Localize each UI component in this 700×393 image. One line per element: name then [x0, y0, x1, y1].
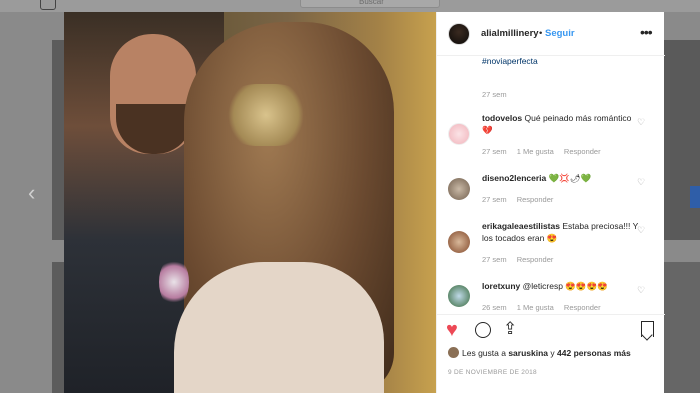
comments-list: #noviaperfecta 27 sem todovelos Qué pein… — [437, 56, 665, 314]
post-actions: ♥ ⇪ Les gusta a saruskina y 442 personas… — [437, 314, 665, 393]
instagram-logo-icon — [40, 0, 56, 10]
header-separator: • — [539, 28, 543, 39]
likes-count[interactable]: 442 personas más — [557, 348, 631, 358]
comment-time: 27 sem — [482, 255, 507, 264]
comment-username[interactable]: todovelos — [482, 113, 522, 123]
comment-like-heart-icon[interactable]: ♡ — [637, 177, 645, 188]
avatar[interactable] — [448, 285, 470, 307]
share-icon[interactable]: ⇪ — [503, 320, 517, 338]
likes-prefix: Les gusta a — [462, 348, 506, 358]
reply-button[interactable]: Responder — [517, 255, 554, 264]
follow-button[interactable]: Seguir — [545, 28, 575, 39]
avatar[interactable] — [448, 123, 470, 145]
comment-text: 💚💢🌶💚 — [548, 173, 592, 183]
comment-username[interactable]: diseno2lenceria — [482, 173, 546, 183]
caption-time: 27 sem — [482, 90, 507, 99]
avatar — [448, 347, 459, 358]
comment-item: diseno2lenceria 💚💢🌶💚 — [482, 172, 640, 184]
comment-text: @leticresp 😍😍😍😍 — [522, 281, 608, 291]
comment-item: loretxuny @leticresp 😍😍😍😍 — [482, 280, 640, 292]
background-thumbnail — [52, 262, 64, 393]
comment-username[interactable]: loretxuny — [482, 281, 520, 291]
likes-summary: Les gusta a saruskina y 442 personas más — [448, 347, 631, 358]
comment-time: 27 sem — [482, 147, 507, 156]
post-photo — [64, 12, 436, 393]
comment-like-heart-icon[interactable]: ♡ — [637, 285, 645, 296]
post-date: 9 DE NOVIEMBRE DE 2018 — [448, 369, 537, 376]
comment-like-heart-icon[interactable]: ♡ — [637, 225, 645, 236]
comment-item: erikagaleaestilistas Estaba preciosa!!! … — [482, 220, 640, 244]
comment-likes[interactable]: 1 Me gusta — [517, 147, 554, 156]
author-username[interactable]: alialmillinery — [481, 28, 539, 39]
previous-post-arrow-icon[interactable]: ‹ — [28, 182, 35, 204]
background-thumbnail — [664, 40, 700, 240]
comment-item: todovelos Qué peinado más romántico 💔 — [482, 112, 640, 136]
background-thumbnail — [664, 262, 700, 393]
comment-icon[interactable] — [475, 322, 491, 338]
bookmark-icon[interactable] — [641, 321, 654, 337]
likes-user[interactable]: saruskina — [508, 348, 548, 358]
comment-time: 26 sem — [482, 303, 507, 312]
photo-hair-accessory — [222, 84, 310, 146]
comment-time: 27 sem — [482, 195, 507, 204]
comment-meta: 27 sem Responder — [482, 255, 561, 264]
comment-meta: 27 sem 1 Me gusta Responder — [482, 147, 609, 156]
avatar[interactable] — [448, 23, 470, 45]
comment-meta: 27 sem Responder — [482, 195, 561, 204]
avatar[interactable] — [448, 178, 470, 200]
comment-meta: 26 sem 1 Me gusta Responder — [482, 303, 609, 312]
photo-boutonniere — [159, 257, 189, 307]
reply-button[interactable]: Responder — [517, 195, 554, 204]
comment-username[interactable]: erikagaleaestilistas — [482, 221, 560, 231]
heart-icon[interactable]: ♥ — [446, 320, 458, 340]
background-search-input: Buscar — [300, 0, 440, 8]
reply-button[interactable]: Responder — [564, 303, 601, 312]
comment-likes[interactable]: 1 Me gusta — [517, 303, 554, 312]
caption-hashtag[interactable]: #noviaperfecta — [482, 56, 538, 66]
caption-meta: 27 sem — [482, 90, 515, 99]
comment-like-heart-icon[interactable]: ♡ — [637, 117, 645, 128]
post-modal: alialmillinery • Seguir ••• #noviaperfec… — [64, 12, 665, 393]
more-icon[interactable]: ••• — [640, 24, 653, 40]
post-header: alialmillinery • Seguir ••• — [437, 12, 665, 56]
reply-button[interactable]: Responder — [564, 147, 601, 156]
post-side-panel: alialmillinery • Seguir ••• #noviaperfec… — [436, 12, 665, 393]
next-post-arrow-icon[interactable] — [690, 186, 700, 208]
background-thumbnail — [52, 40, 64, 240]
likes-middle: y — [550, 348, 555, 358]
avatar[interactable] — [448, 231, 470, 253]
